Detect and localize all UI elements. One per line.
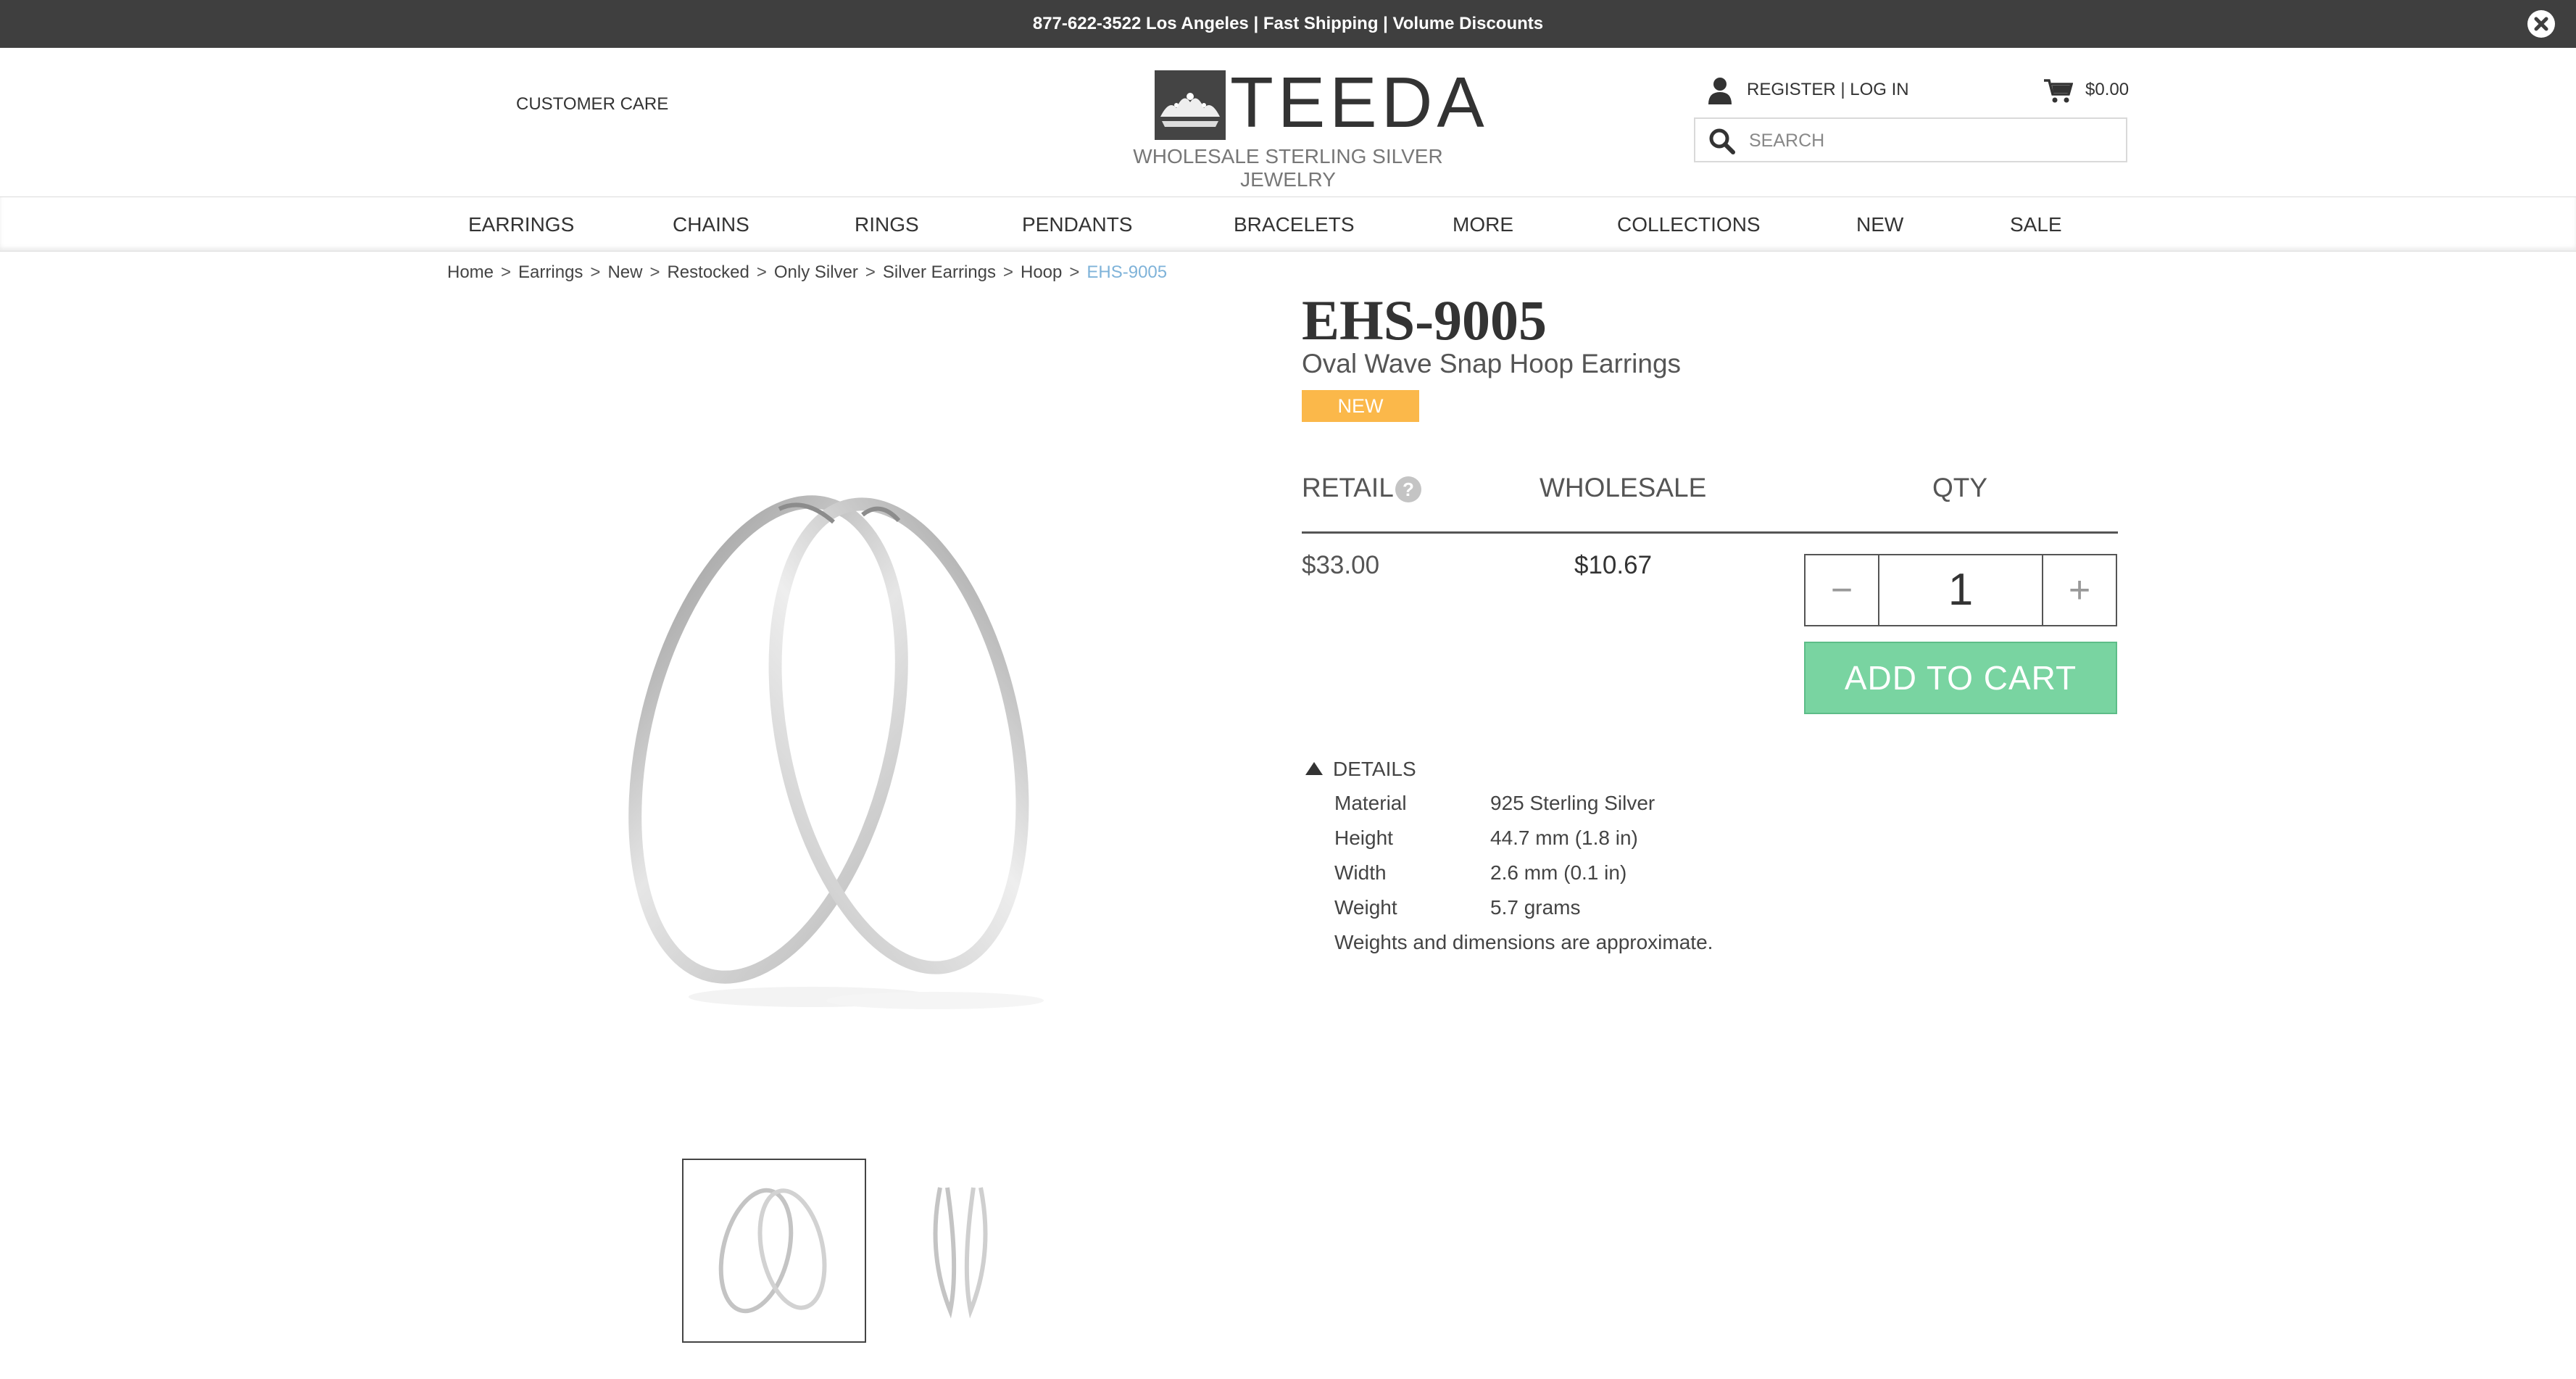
product-name: Oval Wave Snap Hoop Earrings [1302,349,1682,378]
thumbnail-1[interactable] [682,1159,866,1343]
retail-price: $33.00 [1302,551,1380,579]
breadcrumb-separator: > [1069,262,1080,282]
new-badge: NEW [1302,390,1419,422]
breadcrumb-separator: > [865,262,876,282]
breadcrumb-only-silver[interactable]: Only Silver [774,262,858,282]
detail-label-height: Height [1334,827,1393,849]
user-icon[interactable] [1708,77,1732,104]
search-icon[interactable] [1708,128,1736,155]
announcement-text: 877-622-3522 Los Angeles | Fast Shipping… [1032,14,1544,33]
breadcrumb-earrings[interactable]: Earrings [518,262,583,282]
cart-icon[interactable] [2044,78,2074,104]
product-image[interactable] [594,464,1145,1066]
wholesale-price: $10.67 [1574,551,1653,579]
tiara-logo-icon[interactable] [1155,70,1226,140]
nav-new[interactable]: NEW [1856,213,1903,236]
retail-header: RETAIL [1302,473,1394,502]
announcement-bar: 877-622-3522 Los Angeles | Fast Shipping… [0,0,2576,48]
decrease-quantity-button[interactable]: − [1806,555,1879,625]
breadcrumb-separator: > [501,262,512,282]
help-icon[interactable]: ? [1395,476,1421,502]
increase-quantity-button[interactable]: + [2042,555,2116,625]
breadcrumb-hoop[interactable]: Hoop [1021,262,1062,282]
wholesale-header: WHOLESALE [1540,473,1707,502]
breadcrumb: Home > Earrings > New > Restocked > Only Silver >… [447,262,1167,283]
breadcrumb-separator: > [590,262,601,282]
nav-pendants[interactable]: PENDANTS [1022,213,1132,236]
detail-label-weight: Weight [1334,896,1397,919]
logo-tagline: WHOLESALE STERLING SILVER JEWELRY [1133,145,1443,191]
quantity-stepper: − 1 + [1804,554,2117,626]
cart-total[interactable]: $0.00 [2085,80,2129,100]
add-to-cart-button[interactable]: ADD TO CART [1804,642,2117,714]
nav-rings[interactable]: RINGS [855,213,919,236]
breadcrumb-silver-earrings[interactable]: Silver Earrings [883,262,996,282]
customer-care-link[interactable]: CUSTOMER CARE [516,94,668,115]
nav-chains[interactable]: CHAINS [673,213,749,236]
breadcrumb-restocked[interactable]: Restocked [667,262,749,282]
detail-value-material: 925 Sterling Silver [1490,792,1655,814]
nav-earrings[interactable]: EARRINGS [468,213,574,236]
breadcrumb-separator: > [1002,262,1013,282]
qty-header: QTY [1932,473,1988,502]
close-icon[interactable] [2527,10,2555,38]
triangle-up-icon [1305,762,1323,775]
breadcrumb-separator: > [756,262,767,282]
search-box [1694,117,2127,162]
nav-bracelets[interactable]: BRACELETS [1234,213,1355,236]
nav-more[interactable]: MORE [1453,213,1513,236]
product-sku: EHS-9005 [1302,289,1547,352]
breadcrumb-new[interactable]: New [607,262,642,282]
search-input[interactable] [1748,125,2113,157]
detail-label-width: Width [1334,861,1387,884]
breadcrumb-current: EHS-9005 [1087,262,1168,282]
details-note: Weights and dimensions are approximate. [1334,931,1713,953]
main-nav: EARRINGS CHAINS RINGS PENDANTS BRACELETS… [0,196,2576,252]
quantity-field[interactable]: 1 [1879,555,2042,625]
details-label: DETAILS [1333,758,1416,780]
breadcrumb-separator: > [649,262,660,282]
detail-value-width: 2.6 mm (0.1 in) [1490,861,1627,884]
detail-value-height: 44.7 mm (1.8 in) [1490,827,1638,849]
register-login-link[interactable]: REGISTER | LOG IN [1747,80,1909,100]
price-divider [1302,531,2118,534]
details-toggle[interactable]: DETAILS [1305,758,1416,781]
breadcrumb-home[interactable]: Home [447,262,494,282]
detail-label-material: Material [1334,792,1407,814]
nav-sale[interactable]: SALE [2010,213,2062,236]
thumbnail-2[interactable] [895,1159,1026,1343]
detail-value-weight: 5.7 grams [1490,896,1581,919]
logo-wordmark[interactable]: TEEDA [1230,62,1489,142]
nav-collections[interactable]: COLLECTIONS [1617,213,1761,236]
